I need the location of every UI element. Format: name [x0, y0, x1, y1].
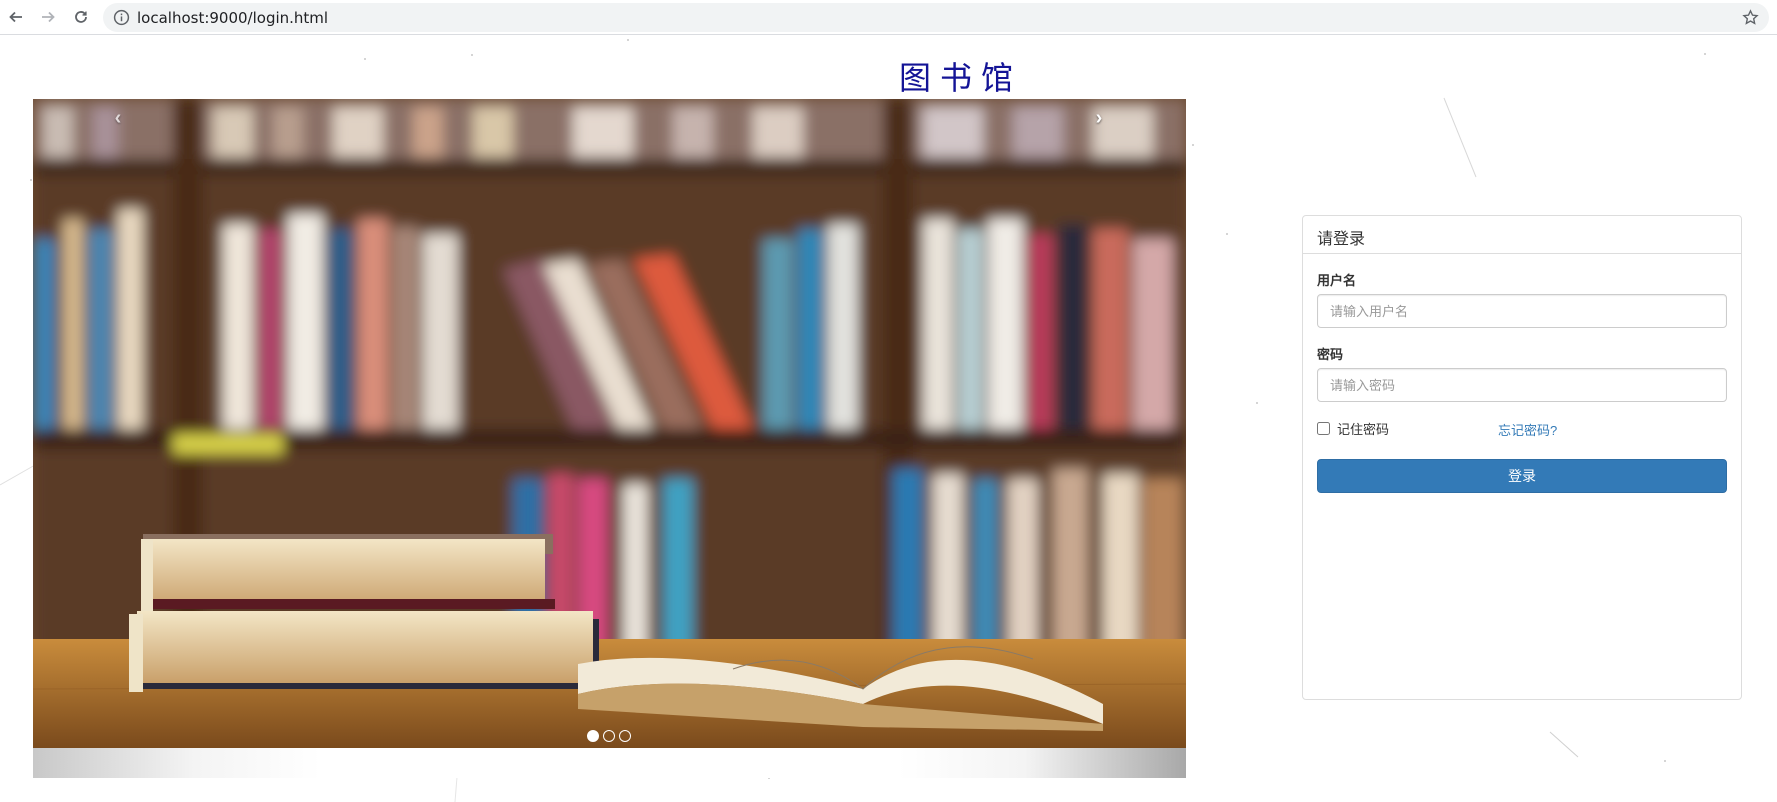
forgot-password-link[interactable]: 忘记密码? — [1498, 420, 1557, 439]
username-label: 用户名 — [1317, 273, 1357, 288]
stacked-books — [129, 534, 599, 692]
password-input[interactable] — [1317, 368, 1727, 402]
carousel-slide-image — [33, 99, 1186, 748]
remember-password-label: 记住密码 — [1337, 422, 1390, 437]
carousel-indicators — [587, 730, 631, 742]
url-text[interactable]: localhost:9000/login.html — [137, 9, 328, 27]
login-panel: 请登录 用户名 密码 记住密码 忘记密码? 登录 — [1302, 215, 1742, 700]
remember-password-checkbox[interactable] — [1317, 422, 1330, 435]
address-bar[interactable]: localhost:9000/login.html — [103, 3, 1769, 32]
browser-toolbar: localhost:9000/login.html — [0, 0, 1777, 35]
carousel-indicator-3[interactable] — [619, 730, 631, 742]
carousel-next-button[interactable]: › — [1084, 105, 1114, 131]
remember-password[interactable]: 记住密码 — [1317, 419, 1389, 438]
reload-icon[interactable] — [70, 6, 92, 28]
star-icon[interactable] — [1742, 9, 1759, 26]
image-carousel[interactable]: ‹ › — [33, 99, 1186, 778]
password-label: 密码 — [1317, 347, 1344, 362]
carousel-bottom-strip — [33, 748, 1186, 778]
back-arrow-icon[interactable] — [5, 6, 27, 28]
login-button[interactable]: 登录 — [1317, 459, 1727, 493]
login-panel-heading: 请登录 — [1303, 216, 1741, 254]
forward-arrow-icon[interactable] — [37, 6, 59, 28]
info-icon[interactable] — [113, 9, 130, 26]
login-page: 图书馆 ‹ › 请登录 用户名 请输入用户名 密码 记住密码 忘记密码? 登录 — [0, 35, 1777, 802]
carousel-indicator-1[interactable] — [587, 730, 599, 742]
carousel-prev-button[interactable]: ‹ — [103, 105, 133, 131]
carousel-indicator-2[interactable] — [603, 730, 615, 742]
page-title: 图书馆 — [899, 59, 1023, 97]
username-input[interactable] — [1317, 294, 1727, 328]
